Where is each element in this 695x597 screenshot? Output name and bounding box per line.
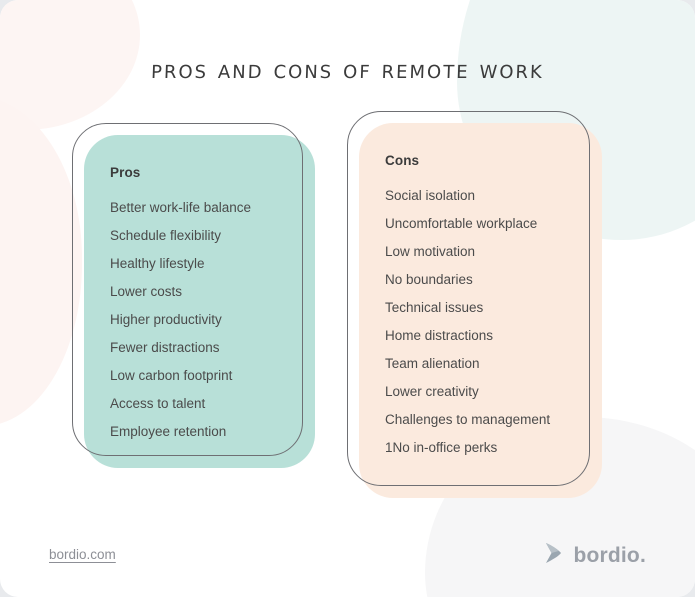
cons-heading: Cons (385, 153, 420, 168)
list-item: Uncomfortable workplace (385, 216, 538, 231)
list-item: Low motivation (385, 244, 476, 259)
infographic-canvas: Pros and cons of remote work Pros Better… (0, 0, 695, 597)
list-item: Low carbon footprint (110, 368, 233, 383)
list-item: Healthy lifestyle (110, 256, 205, 271)
list-item: Access to talent (110, 396, 206, 411)
decorative-blush-blob-left (0, 96, 82, 426)
logo-text: bordio. (573, 543, 646, 567)
list-item: Team alienation (385, 356, 480, 371)
pros-card-content: Pros Better work-life balance Schedule f… (84, 135, 315, 468)
website-link[interactable]: bordio.com (49, 547, 116, 562)
cons-card-content: Cons Social isolation Uncomfortable work… (359, 123, 602, 498)
page-title: Pros and cons of remote work (150, 55, 545, 84)
list-item: Schedule flexibility (110, 228, 222, 243)
list-item: Social isolation (385, 188, 476, 203)
bordio-logo: bordio. (542, 541, 646, 570)
cons-list: Social isolation Uncomfortable workplace… (385, 182, 576, 462)
list-item: Challenges to management (385, 412, 551, 427)
list-item: Home distractions (385, 328, 494, 343)
list-item: Technical issues (385, 300, 484, 315)
list-item: Better work-life balance (110, 200, 252, 215)
list-item: Lower creativity (385, 384, 479, 399)
chevron-right-icon (542, 541, 564, 570)
list-item: No boundaries (385, 272, 473, 287)
pros-card: Pros Better work-life balance Schedule f… (72, 123, 315, 468)
list-item: Lower costs (110, 284, 183, 299)
cons-card: Cons Social isolation Uncomfortable work… (347, 111, 602, 498)
list-item: Employee retention (110, 424, 227, 439)
list-item: Fewer distractions (110, 340, 220, 355)
pros-list: Better work-life balance Schedule flexib… (110, 194, 289, 446)
list-item: Higher productivity (110, 312, 222, 327)
list-item: 1No in-office perks (385, 440, 498, 455)
pros-heading: Pros (110, 165, 141, 180)
